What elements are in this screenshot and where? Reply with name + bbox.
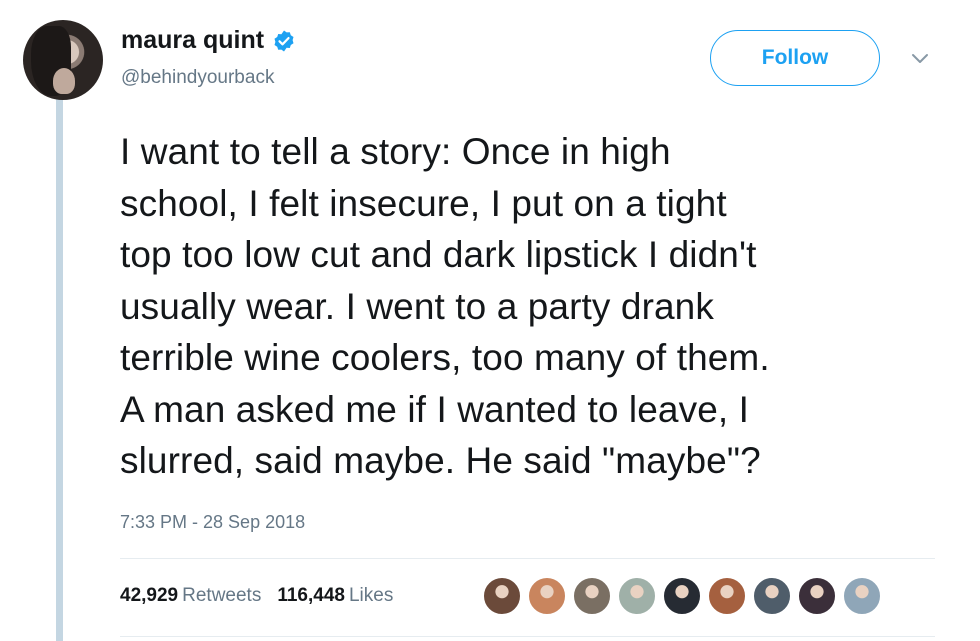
avatar[interactable] [23,20,103,100]
tweet-timestamp[interactable]: 7:33 PM - 28 Sep 2018 [120,512,305,533]
liker-avatar[interactable] [707,576,747,616]
divider-top [120,558,935,559]
tweet-stats: 42,929 Retweets 116,448 Likes [120,585,409,607]
retweets-label: Retweets [182,585,262,606]
thread-line [56,98,63,641]
avatar-hand [53,68,75,94]
author-name-row[interactable]: maura quint [121,26,296,55]
tweet-text: I want to tell a story: Once in high sch… [120,131,770,481]
author-handle[interactable]: @behindyourback [121,67,274,89]
liker-avatar[interactable] [527,576,567,616]
liker-avatar[interactable] [662,576,702,616]
author-name[interactable]: maura quint [121,26,264,55]
liker-avatar[interactable] [842,576,882,616]
verified-badge-icon [274,30,294,51]
liker-avatar[interactable] [617,576,657,616]
likes-label: Likes [348,585,394,606]
divider-bottom [120,636,935,637]
follow-button[interactable]: Follow [710,30,880,86]
liker-avatar[interactable] [572,576,612,616]
chevron-down-icon[interactable] [911,53,929,65]
retweets-stat[interactable]: 42,929 Retweets [120,585,261,607]
likes-count: 116,448 [277,585,345,606]
liker-avatar[interactable] [482,576,522,616]
liker-avatar[interactable] [752,576,792,616]
retweets-count: 42,929 [120,585,179,606]
liker-avatars [482,576,887,616]
likes-stat[interactable]: 116,448 Likes [277,585,393,607]
liker-avatar[interactable] [797,576,837,616]
